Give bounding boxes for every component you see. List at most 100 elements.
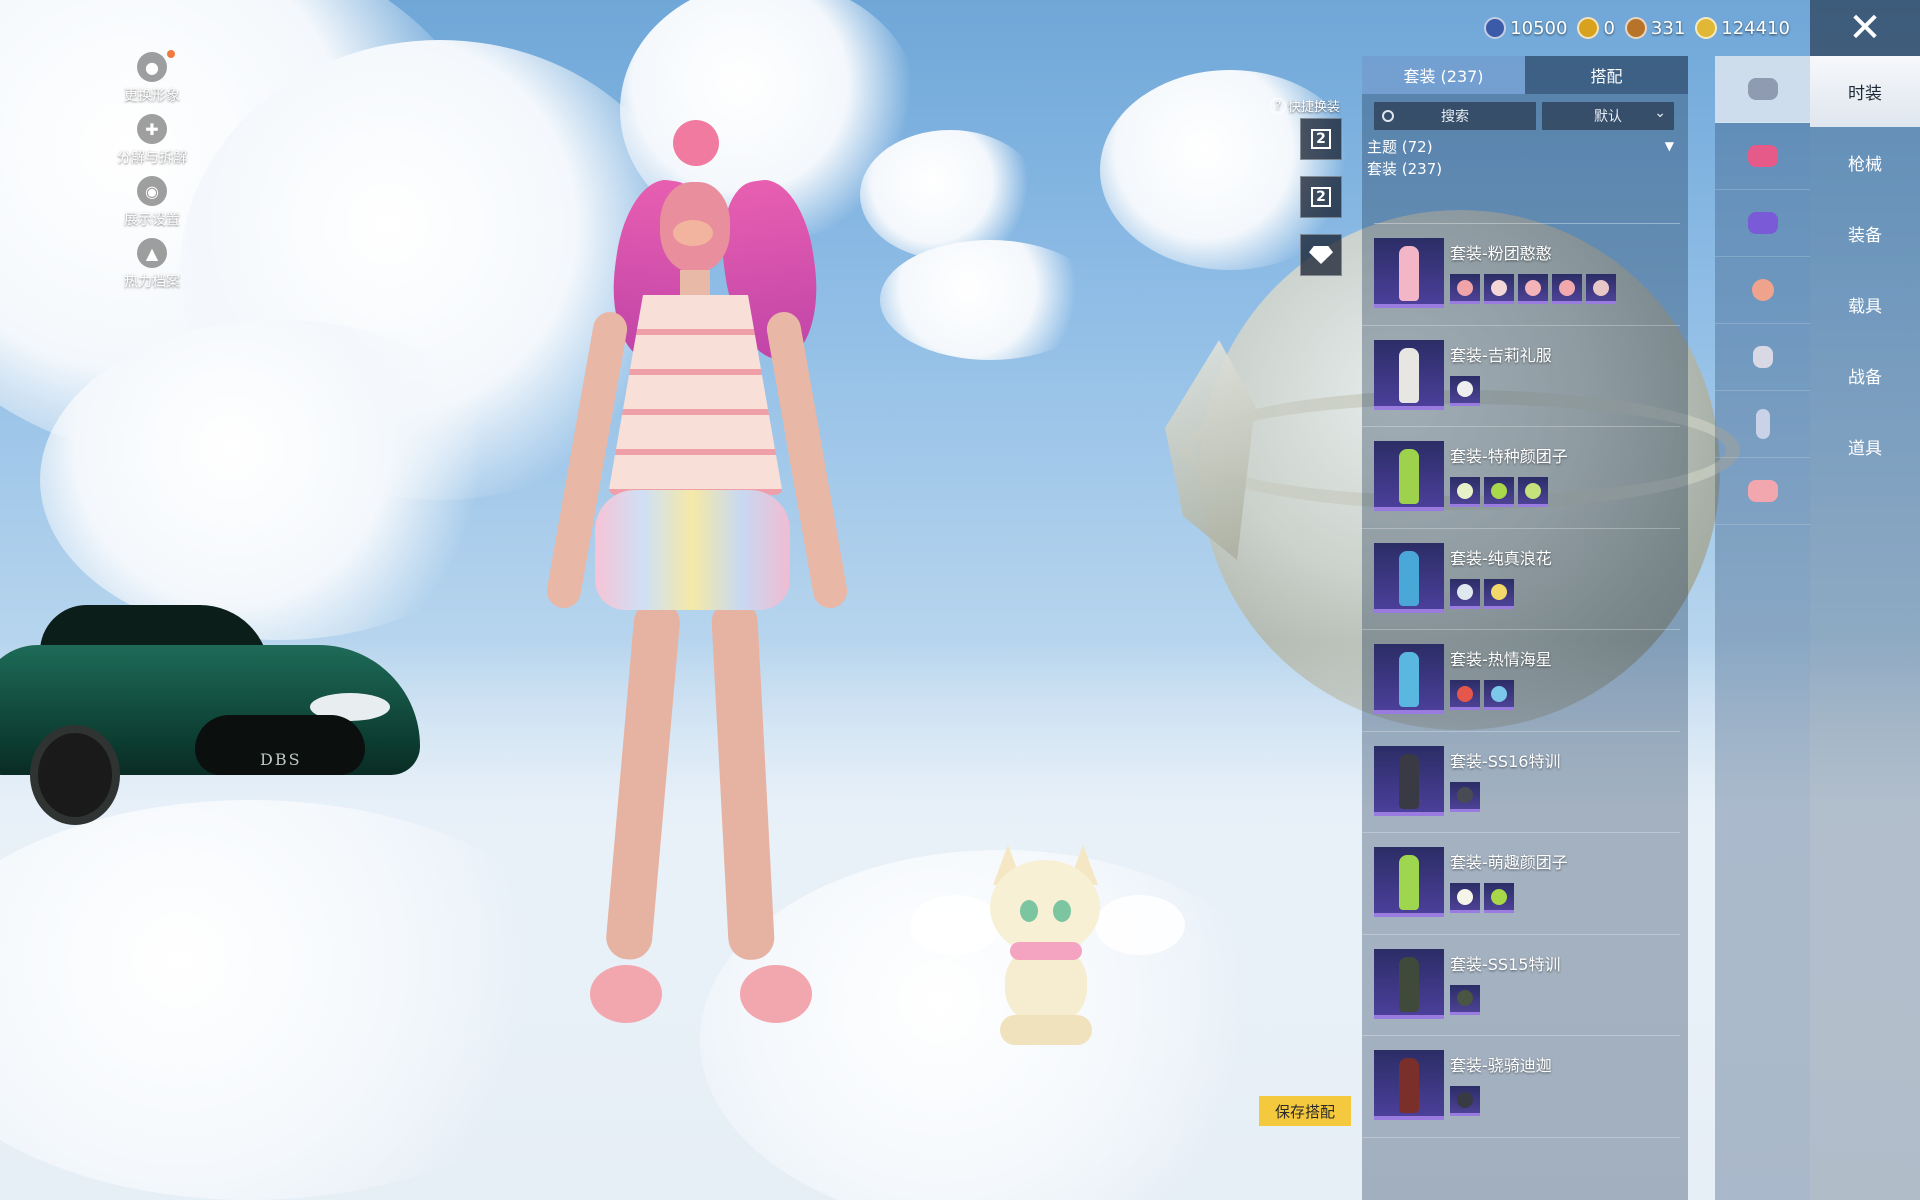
outfit-icon: [1747, 78, 1778, 100]
save-outfit-button[interactable]: 保存搭配: [1259, 1096, 1351, 1126]
currency-ag[interactable]: 0: [1577, 17, 1615, 39]
outfit-piece-icon[interactable]: [1450, 781, 1480, 812]
outfit-piece-icon[interactable]: [1450, 680, 1480, 710]
outfit-figure: [1399, 956, 1419, 1012]
quick-outfit-slot-2[interactable]: 2: [1300, 176, 1342, 218]
tab-equipment[interactable]: 装备: [1810, 198, 1920, 269]
piece-swatch: [1491, 888, 1507, 905]
sort-dropdown[interactable]: 默认 ⌄: [1542, 102, 1674, 130]
outfit-list-item[interactable]: 套装-骁骑迪迦: [1362, 1036, 1680, 1138]
outfit-piece-icon[interactable]: [1518, 477, 1548, 507]
outfit-piece-icon[interactable]: [1450, 477, 1480, 507]
outfit-list-item[interactable]: 套装-粉团憨憨: [1362, 224, 1680, 326]
outfit-info: 套装-骁骑迪迦: [1450, 1050, 1552, 1137]
outfit-title: 套装-粉团憨憨: [1450, 244, 1552, 263]
outfit-piece-icon[interactable]: [1450, 1086, 1480, 1116]
outfit-thumbnail: [1374, 542, 1444, 613]
outfit-piece-icon[interactable]: [1484, 477, 1514, 507]
outfit-list-item[interactable]: 套装-纯真浪花: [1362, 529, 1680, 630]
blue-coin-icon: [1484, 17, 1507, 39]
search-input[interactable]: 搜索: [1374, 102, 1536, 130]
character-pig-mask: [673, 220, 713, 246]
outfit-list-item[interactable]: 套装-热情海星: [1362, 630, 1680, 732]
outfit-thumbnail: [1374, 745, 1444, 816]
quick-outfit-label[interactable]: ? 快捷换装: [1270, 96, 1340, 115]
currency-bp[interactable]: 124410: [1695, 17, 1790, 39]
tab-fashion[interactable]: 时装: [1810, 56, 1920, 127]
outfit-figure: [1399, 855, 1419, 910]
outfit-piece-icon[interactable]: [1450, 984, 1480, 1015]
outfit-piece-icon[interactable]: [1450, 883, 1480, 913]
outfit-piece-icon[interactable]: [1518, 274, 1548, 304]
quick-outfit-slot-1[interactable]: 2: [1300, 118, 1342, 160]
tab-vehicles[interactable]: 载具: [1810, 269, 1920, 340]
outfit-piece-icon[interactable]: [1484, 883, 1514, 913]
category-nav: 时装 枪械 装备 载具 战备 道具: [1810, 56, 1920, 1200]
pet-feet: [1000, 1015, 1092, 1045]
shoes-icon: [1747, 480, 1778, 502]
subtab-pants[interactable]: [1715, 391, 1810, 458]
notification-dot: [167, 50, 175, 58]
outfit-piece-icon[interactable]: [1586, 274, 1616, 304]
quick-outfit-diamond[interactable]: [1300, 234, 1342, 276]
subtab-headwear[interactable]: [1715, 123, 1810, 190]
subtab-shoes[interactable]: [1715, 458, 1810, 525]
tab-suits[interactable]: 套装 (237): [1362, 56, 1525, 94]
piece-swatch: [1491, 279, 1507, 296]
decompose-button[interactable]: ✚ 分解与拆解: [92, 114, 212, 176]
character-shorts: [595, 490, 790, 610]
cloud: [880, 240, 1100, 360]
outfit-piece-icon[interactable]: [1552, 274, 1582, 304]
cloud: [40, 320, 520, 640]
outfit-figure: [1399, 753, 1419, 809]
subtab-glasses[interactable]: [1715, 190, 1810, 257]
quick-outfit-text: 快捷换装: [1288, 100, 1341, 115]
pet-head: [990, 860, 1100, 955]
tab-items[interactable]: 道具: [1810, 411, 1920, 482]
currency-value: 331: [1650, 17, 1686, 39]
outfit-piece-icon[interactable]: [1450, 578, 1480, 609]
close-button[interactable]: ✕: [1810, 0, 1920, 56]
currency-bronze[interactable]: 331: [1624, 17, 1686, 39]
outfit-list[interactable]: 套装-粉团憨憨 套装-吉莉礼服 套装-特种颜团子 套装-纯真浪花 套装-热情海星 套装-S…: [1362, 206, 1688, 1176]
change-avatar-button[interactable]: ● 更换形象: [92, 50, 212, 114]
subcategory-nav: [1715, 56, 1810, 1200]
outfit-piece-icon[interactable]: [1450, 274, 1480, 304]
outfit-list-item[interactable]: 套装-特种颜团子: [1362, 427, 1680, 529]
companion-pet: [910, 840, 1185, 1050]
outfit-piece-icon[interactable]: [1484, 578, 1514, 609]
outfit-piece-icon[interactable]: [1450, 375, 1480, 406]
currency-value: 0: [1603, 17, 1615, 39]
headwear-icon: [1747, 145, 1778, 167]
subtab-outfit[interactable]: [1715, 56, 1810, 123]
outfit-list-item[interactable]: 套装-吉莉礼服: [1362, 326, 1680, 427]
outfit-info: 套装-热情海星: [1450, 644, 1552, 731]
car-wheel: [30, 725, 120, 825]
outfit-info: 套装-特种颜团子: [1450, 441, 1568, 528]
tab-match[interactable]: 搭配: [1525, 56, 1688, 94]
outfit-list-item[interactable]: 套装-SS16特训: [1362, 732, 1680, 833]
currency-blue[interactable]: 10500: [1484, 17, 1567, 39]
piece-swatch: [1457, 990, 1473, 1006]
list-item-partial: [1374, 206, 1680, 224]
heat-archive-button[interactable]: ▲ 热力档案: [92, 238, 212, 300]
tab-combat-gear[interactable]: 战备: [1810, 340, 1920, 411]
display-settings-button[interactable]: ◉ 展示设置: [92, 176, 212, 238]
outfit-piece-icon[interactable]: [1484, 680, 1514, 710]
pants-icon: [1755, 409, 1770, 439]
piece-swatch: [1457, 482, 1473, 499]
display-settings-label: 展示设置: [124, 212, 180, 228]
subtab-top[interactable]: [1715, 324, 1810, 391]
theme-filter[interactable]: 主题 (72) ▼: [1362, 130, 1688, 156]
outfit-list-item[interactable]: 套装-SS15特训: [1362, 935, 1680, 1036]
currency-value: 10500: [1510, 17, 1568, 39]
outfit-piece-icon[interactable]: [1484, 274, 1514, 304]
tab-weapons[interactable]: 枪械: [1810, 127, 1920, 198]
outfit-list-item[interactable]: 套装-萌趣颜团子: [1362, 833, 1680, 935]
outfit-info: 套装-纯真浪花: [1450, 543, 1552, 630]
sort-value: 默认: [1594, 109, 1622, 125]
bp-coin-icon: [1695, 17, 1718, 39]
outfit-title: 套装-特种颜团子: [1450, 447, 1568, 466]
outfit-title: 套装-SS15特训: [1450, 954, 1561, 974]
subtab-mask[interactable]: [1715, 257, 1810, 324]
